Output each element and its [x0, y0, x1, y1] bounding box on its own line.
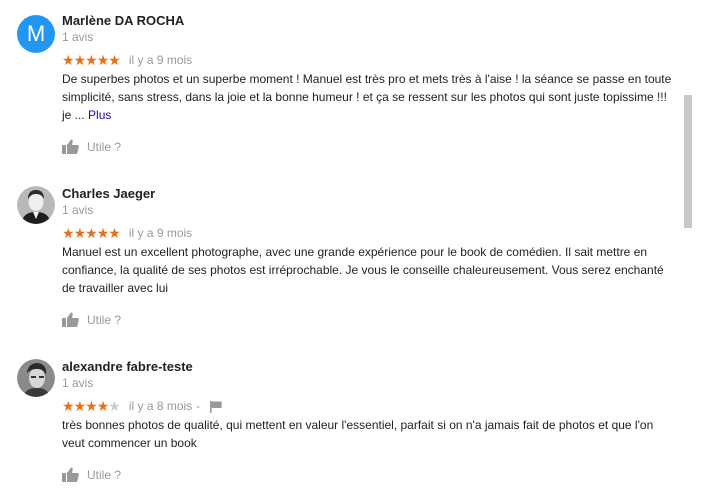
review-date: il y a 9 mois	[128, 226, 193, 240]
star-rating: ★ ★ ★ ★ ★	[62, 398, 121, 414]
review-author[interactable]: Charles Jaeger	[62, 186, 155, 201]
more-link[interactable]: Plus	[88, 108, 111, 122]
star-filled-icon: ★	[62, 52, 75, 68]
review-text-body: très bonnes photos de qualité, qui mette…	[62, 418, 654, 450]
avatar[interactable]	[17, 186, 55, 224]
star-filled-icon: ★	[108, 52, 121, 68]
star-filled-icon: ★	[73, 398, 87, 414]
review-item: alexandre fabre-teste 1 avis ★ ★ ★ ★ ★ il y …	[17, 359, 677, 503]
star-filled-icon: ★	[96, 398, 110, 414]
helpful-button[interactable]: Utile ?	[62, 467, 121, 482]
avatar[interactable]	[17, 359, 55, 397]
star-filled-icon: ★	[85, 225, 98, 241]
review-text: Manuel est un excellent photographe, ave…	[62, 243, 672, 297]
review-date: il y a 8 mois	[128, 399, 193, 413]
rating-row: ★ ★ ★ ★ ★ il y a 9 mois	[62, 52, 192, 68]
helpful-label: Utile ?	[87, 139, 122, 154]
review-text-body: De superbes photos et un superbe moment …	[62, 72, 672, 122]
helpful-label: Utile ?	[87, 312, 122, 327]
review-count: 1 avis	[62, 203, 94, 217]
star-filled-icon: ★	[108, 225, 121, 241]
star-filled-icon: ★	[62, 225, 75, 241]
thumbs-up-icon	[62, 139, 79, 154]
thumbs-up-icon	[62, 467, 79, 482]
star-filled-icon: ★	[62, 398, 75, 414]
star-rating: ★ ★ ★ ★ ★	[62, 225, 121, 241]
scrollbar-thumb[interactable]	[684, 95, 692, 228]
star-filled-icon: ★	[96, 52, 110, 68]
review-date: il y a 9 mois	[128, 53, 193, 67]
review-item: M Marlène DA ROCHA 1 avis ★ ★ ★ ★ ★ il y a 9…	[17, 13, 677, 163]
rating-row: ★ ★ ★ ★ ★ il y a 8 mois -	[62, 398, 222, 414]
helpful-button[interactable]: Utile ?	[62, 139, 121, 154]
thumbs-up-icon	[62, 312, 79, 327]
helpful-button[interactable]: Utile ?	[62, 312, 121, 327]
rating-row: ★ ★ ★ ★ ★ il y a 9 mois	[62, 225, 192, 241]
flag-icon[interactable]	[210, 400, 222, 413]
star-filled-icon: ★	[96, 225, 110, 241]
star-filled-icon: ★	[73, 52, 87, 68]
review-author[interactable]: Marlène DA ROCHA	[62, 13, 184, 28]
review-text: très bonnes photos de qualité, qui mette…	[62, 416, 672, 452]
review-text: De superbes photos et un superbe moment …	[62, 70, 672, 124]
star-empty-icon: ★	[108, 398, 121, 414]
review-count: 1 avis	[62, 30, 94, 44]
avatar[interactable]: M	[17, 15, 55, 53]
helpful-label: Utile ?	[87, 467, 122, 482]
star-filled-icon: ★	[85, 52, 98, 68]
review-item: Charles Jaeger 1 avis ★ ★ ★ ★ ★ il y a 9 moi…	[17, 186, 677, 336]
star-filled-icon: ★	[85, 398, 98, 414]
review-author[interactable]: alexandre fabre-teste	[62, 359, 193, 374]
star-filled-icon: ★	[73, 225, 87, 241]
review-text-body: Manuel est un excellent photographe, ave…	[62, 245, 664, 295]
review-count: 1 avis	[62, 376, 94, 390]
reviews-panel: M Marlène DA ROCHA 1 avis ★ ★ ★ ★ ★ il y a 9…	[0, 0, 706, 503]
star-rating: ★ ★ ★ ★ ★	[62, 52, 121, 68]
flag-separator: -	[196, 399, 201, 413]
